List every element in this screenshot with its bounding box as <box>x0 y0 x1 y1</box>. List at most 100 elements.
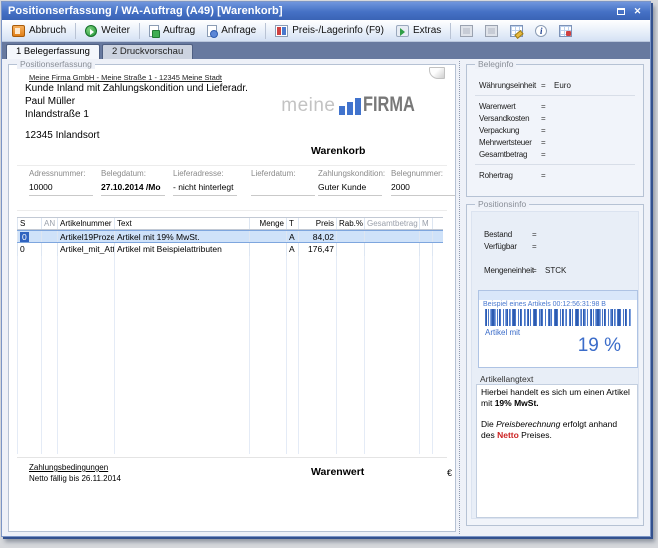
equals-sign: = <box>541 81 554 90</box>
logo-word-meine: meine <box>281 95 335 117</box>
tab-band: 1 Belegerfassung 2 Druckvorschau <box>2 42 650 59</box>
order-button[interactable]: Auftrag <box>143 22 201 40</box>
panel-icon <box>485 25 498 37</box>
langtext-paragraph-1: Hierbei handelt es sich um einen Artikel… <box>481 387 633 409</box>
toolbar-separator <box>75 23 76 39</box>
equals-sign: = <box>541 102 554 111</box>
logo-word-firma: FIRMA <box>363 93 415 117</box>
view-toggle-1-button[interactable] <box>454 22 479 40</box>
close-icon[interactable]: ✕ <box>631 5 644 17</box>
article-image: Beispiel eines Artikels 00:12:56:31:98 B… <box>478 290 638 368</box>
logo-bars-icon <box>339 98 361 115</box>
field-belegdatum[interactable]: Belegdatum: 27.10.2014 /Mo <box>101 169 175 196</box>
positionserfassung-groupbox: Positionserfassung Meine Firma GmbH - Me… <box>8 64 456 532</box>
table-row-selected[interactable]: 0 Artikel19Prozent Artikel mit 19% MwSt.… <box>17 230 443 243</box>
view-toggle-2-button[interactable] <box>479 22 504 40</box>
info-button[interactable]: i <box>529 22 553 40</box>
window-title: Positionserfassung / WA-Auftrag (A49) [W… <box>8 5 283 17</box>
field-lieferdatum[interactable]: Lieferdatum: <box>251 169 325 196</box>
next-button[interactable]: Weiter <box>79 22 136 40</box>
insert-row-button[interactable] <box>553 22 578 40</box>
positionsinfo-panel: Bestand = Verfügbar = Mengeneinheit = <box>471 211 639 519</box>
column-header-gesamtbetrag[interactable]: Gesamtbetrag <box>365 218 420 229</box>
positionsinfo-groupbox: Positionsinfo Bestand = Verfügbar = <box>466 204 644 526</box>
column-header-t[interactable]: T <box>287 218 299 229</box>
cancel-button[interactable]: Abbruch <box>6 22 72 40</box>
address-line: Kunde Inland mit Zahlungskondition und L… <box>25 82 248 95</box>
price-stock-info-icon <box>275 25 288 37</box>
extras-icon <box>396 25 409 37</box>
column-header-rabatt[interactable]: Rab.% <box>337 218 365 229</box>
cancel-icon <box>12 25 25 37</box>
column-header-s[interactable]: S <box>17 218 42 229</box>
edit-table-icon <box>510 25 523 37</box>
table-empty-grid[interactable] <box>17 256 443 454</box>
toolbar-separator <box>265 23 266 39</box>
inquiry-icon <box>207 25 217 37</box>
divider <box>475 95 635 96</box>
info-row-waehrungseinheit: Währungseinheit = Euro <box>467 79 643 91</box>
address-line: 12345 Inlandsort <box>25 129 248 142</box>
info-row-verfuegbar: Verfügbar = <box>472 240 638 252</box>
info-row-bestand: Bestand = <box>472 228 638 240</box>
currency-symbol: € <box>447 468 452 478</box>
info-row-mengeneinheit: Mengeneinheit = STCK <box>472 264 638 276</box>
tab-druckvorschau[interactable]: 2 Druckvorschau <box>102 44 193 59</box>
equals-sign: = <box>541 114 554 123</box>
info-row-verpackung: Verpackung = <box>467 124 643 136</box>
screen: Positionserfassung / WA-Auftrag (A49) [W… <box>0 0 658 548</box>
equals-sign: = <box>532 266 545 275</box>
table-row[interactable]: 0 Artikel_mit_Attribu Artikel mit Beispi… <box>17 243 443 256</box>
next-icon <box>85 25 97 37</box>
article-image-percent: 19 % <box>479 335 637 357</box>
address-line: Inlandstraße 1 <box>25 108 248 121</box>
equals-sign: = <box>541 138 554 147</box>
document-title: Warenkorb <box>311 145 365 157</box>
extras-button[interactable]: Extras <box>390 22 447 40</box>
sender-line: Meine Firma GmbH - Meine Straße 1 - 1234… <box>29 73 222 82</box>
payment-terms-text: Netto fällig bis 26.11.2014 <box>29 474 121 483</box>
column-header-artikelnummer[interactable]: Artikelnummer <box>58 218 115 229</box>
toolbar-separator <box>139 23 140 39</box>
page-corner-icon <box>429 67 445 79</box>
address-line: Paul Müller <box>25 95 248 108</box>
active-cell[interactable]: 0 <box>20 232 29 242</box>
warenwert-footer-label: Warenwert <box>311 466 364 478</box>
inquiry-button[interactable]: Anfrage <box>201 22 262 40</box>
panel-splitter[interactable] <box>459 61 460 534</box>
column-header-an[interactable]: AN <box>42 218 58 229</box>
article-image-header <box>479 291 637 300</box>
field-adressnummer[interactable]: Adressnummer: 10000 <box>29 169 103 196</box>
barcode-caption: Beispiel eines Artikels 00:12:56:31:98 B <box>479 300 637 308</box>
column-header-m[interactable]: M <box>420 218 433 229</box>
column-header-text[interactable]: Text <box>115 218 250 229</box>
restore-icon[interactable] <box>614 5 627 17</box>
payment-terms: Zahlungsbedingungen Netto fällig bis 26.… <box>29 463 121 483</box>
insert-row-icon <box>559 25 572 37</box>
field-zahlungskondition[interactable]: Zahlungskondition: Guter Kunde <box>318 169 392 196</box>
field-lieferadresse[interactable]: Lieferadresse: - nicht hinterlegt <box>173 169 247 196</box>
groupbox-label: Beleginfo <box>475 59 516 69</box>
column-header-menge[interactable]: Menge <box>250 218 287 229</box>
positions-table: S AN Artikelnummer Text Menge T Preis Ra… <box>17 217 443 454</box>
equals-sign: = <box>532 230 545 239</box>
field-belegnummer[interactable]: Belegnummer: 2000 <box>391 169 465 196</box>
equals-sign: = <box>541 171 554 180</box>
payment-terms-label: Zahlungsbedingungen <box>29 463 121 472</box>
info-row-gesamtbetrag: Gesamtbetrag = <box>467 148 643 160</box>
titlebar: Positionserfassung / WA-Auftrag (A49) [W… <box>2 2 650 20</box>
equals-sign: = <box>541 126 554 135</box>
langtext-paragraph-2: Die Preisberechnung erfolgt anhand des N… <box>481 419 633 441</box>
divider <box>475 164 635 165</box>
app-window: Positionserfassung / WA-Auftrag (A49) [W… <box>1 1 651 537</box>
panel-icon <box>460 25 473 37</box>
tab-belegerfassung[interactable]: 1 Belegerfassung <box>6 44 100 59</box>
content-area: Positionserfassung Meine Firma GmbH - Me… <box>2 59 650 536</box>
groupbox-label: Positionsinfo <box>475 199 529 209</box>
toolbar: Abbruch Weiter Auftrag Anfrage Preis-/La… <box>2 20 650 42</box>
edit-table-button[interactable] <box>504 22 529 40</box>
column-header-preis[interactable]: Preis <box>299 218 337 229</box>
right-panel: Beleginfo Währungseinheit = Euro Warenwe… <box>464 59 648 538</box>
price-stock-info-button[interactable]: Preis-/Lagerinfo (F9) <box>269 22 390 40</box>
divider <box>17 165 447 166</box>
